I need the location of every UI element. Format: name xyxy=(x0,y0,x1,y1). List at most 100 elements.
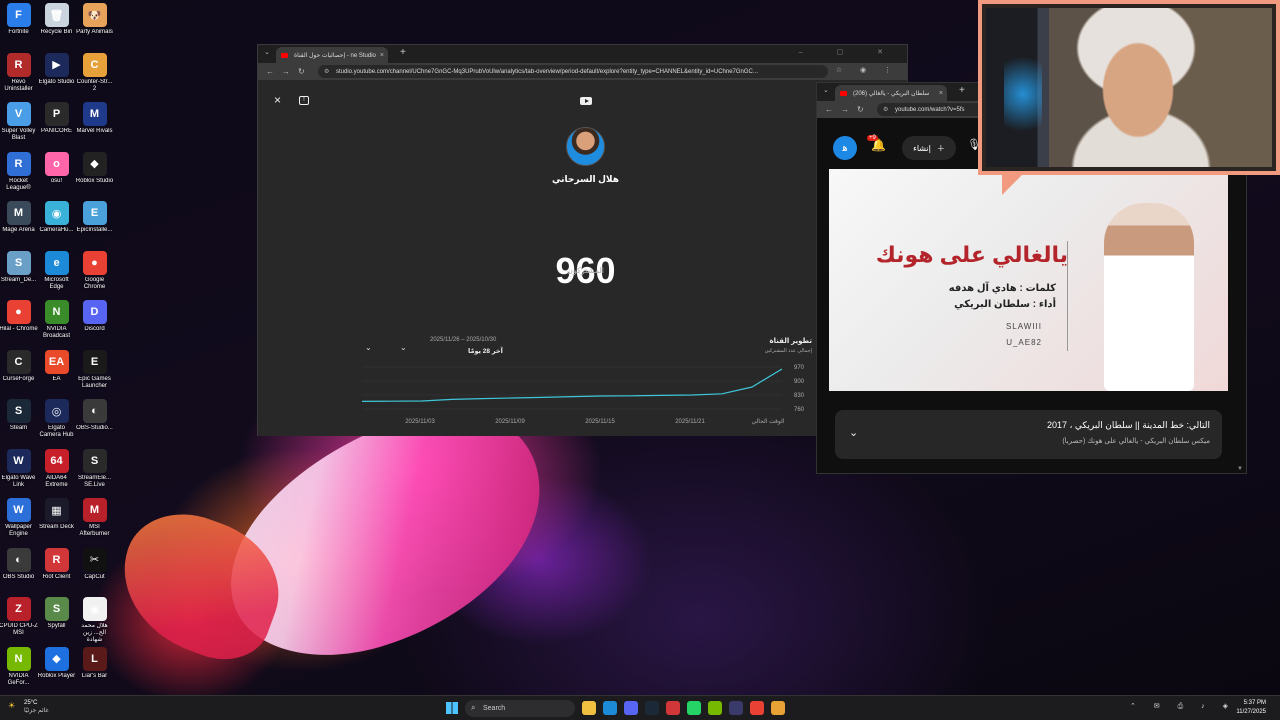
desktop-icon-label: EpicInstalle... xyxy=(76,227,113,233)
desktop-icon-label: OBS-Studio... xyxy=(76,425,113,431)
up-next-card[interactable]: ⌄ التالي: خط المدينة || سلطان البريكي ، … xyxy=(835,410,1222,459)
chevron-down-icon[interactable]: ⌄ xyxy=(400,343,407,352)
desktop-icon[interactable]: N NVIDIA Broadcast xyxy=(38,300,75,350)
desktop-icon[interactable]: S Steam xyxy=(0,399,37,449)
tab-search-icon[interactable]: ⌄ xyxy=(264,48,270,56)
video-player[interactable]: يالغالي على هونك كلمات : هادي آل هدفه أد… xyxy=(829,169,1228,391)
chart-period[interactable]: آخر 28 يومًا xyxy=(468,347,503,355)
desktop-icon[interactable]: M Marvel Rivals xyxy=(76,102,113,152)
liars-bar-icon: L xyxy=(82,646,107,671)
window-controls[interactable]: – ▢ ✕ xyxy=(799,48,899,56)
desktop-icon[interactable]: Z CPUID CPU-Z MSI xyxy=(0,597,38,647)
desktop-icon[interactable]: ◐ OBS Studio xyxy=(0,547,37,598)
desktop-icon[interactable]: W Elgato Wave Link xyxy=(0,448,37,499)
desktop-icon[interactable]: R Rocket League® xyxy=(0,151,37,202)
desktop-icon[interactable]: N NVIDIA GeFor... xyxy=(0,646,37,697)
desktop-icon[interactable]: V Super Volley Blast xyxy=(0,102,37,152)
counter-strike-icon: C xyxy=(82,52,107,77)
forward-icon[interactable]: → xyxy=(282,67,290,76)
edge-taskbar-icon[interactable] xyxy=(603,701,617,715)
desktop-icon[interactable]: ● Google Chrome xyxy=(76,250,113,301)
chevron-down-icon[interactable]: ⌄ xyxy=(849,426,858,439)
taskbar-search[interactable]: ⌕ Search xyxy=(465,700,575,717)
new-tab-button[interactable]: + xyxy=(400,47,406,58)
desktop-icon[interactable]: ● Hilal - Chrome xyxy=(0,300,38,350)
desktop-icon[interactable]: S Spyfall xyxy=(38,597,75,647)
tab-youtube[interactable]: (206) سلطان البريكي - يالغالي × xyxy=(835,85,947,101)
elgato-camera-hub-icon: ◎ xyxy=(44,399,69,423)
desktop-icon[interactable]: ▦ Stream Deck xyxy=(38,498,75,548)
account-avatar[interactable]: ﻫ xyxy=(833,136,857,160)
desktop-icon[interactable]: ◉ هلال محمد الح... زين شهادة xyxy=(76,597,113,647)
desktop-icon[interactable]: ▶ Elgato Studio xyxy=(38,52,75,103)
desktop-icon-label: NVIDIA GeFor... xyxy=(7,672,30,686)
desktop-icon[interactable]: M Mage Arena xyxy=(0,201,37,251)
desktop-icon[interactable]: ◆ Roblox Player xyxy=(38,646,75,697)
nvidia-taskbar-icon[interactable] xyxy=(708,701,722,715)
tab-search-icon[interactable]: ⌄ xyxy=(823,86,829,94)
desktop-icon[interactable]: e Microsoft Edge xyxy=(38,250,75,301)
reload-icon[interactable]: ↻ xyxy=(857,105,864,114)
file-explorer-icon[interactable] xyxy=(582,701,596,715)
desktop-icon[interactable]: C Counter-Str... 2 xyxy=(76,52,113,103)
url-input[interactable]: ⚙ studio.youtube.com/channel/UChne7GnGC-… xyxy=(318,65,828,78)
desktop-icon[interactable]: C CurseForge xyxy=(0,349,37,400)
tab-close-icon[interactable]: × xyxy=(380,52,384,59)
party-animals-icon: 🐶 xyxy=(82,3,107,27)
site-info-icon[interactable]: ⚙ xyxy=(324,68,329,75)
back-icon[interactable]: ← xyxy=(266,67,274,76)
desktop-icon[interactable]: 64 AIDA64 Extreme xyxy=(38,448,75,499)
desktop-icon[interactable]: E Epic Games Launcher xyxy=(76,349,113,400)
close-icon[interactable]: × xyxy=(274,93,281,107)
windows-start-icon[interactable] xyxy=(446,702,458,714)
desktop-icon[interactable]: EA EA xyxy=(38,349,75,400)
desktop-icon[interactable]: D Discord xyxy=(76,300,113,350)
forward-icon[interactable]: → xyxy=(841,105,849,114)
chrome-taskbar-icon[interactable] xyxy=(750,701,764,715)
stream-deck-taskbar-icon[interactable] xyxy=(729,701,743,715)
back-icon[interactable]: ← xyxy=(825,105,833,114)
steam-taskbar-icon[interactable] xyxy=(645,701,659,715)
desktop-icon[interactable]: M MSI Afterburner xyxy=(76,498,113,548)
create-button[interactable]: إنشاء ＋ xyxy=(902,136,956,160)
taskbar-clock[interactable]: 5:37 PM 11/27/2025 xyxy=(1236,699,1266,717)
desktop-icon[interactable]: 🗑 Recycle Bin xyxy=(38,3,75,53)
msi-afterburner-icon: M xyxy=(82,498,107,522)
desktop-icon[interactable]: R Riot Client xyxy=(38,547,75,598)
whatsapp-icon[interactable] xyxy=(687,701,701,715)
desktop-icon[interactable]: 🐶 Party Animals xyxy=(76,3,113,53)
desktop-icon[interactable]: ◐ OBS-Studio... xyxy=(76,399,113,449)
chevron-down-icon[interactable]: ⌄ xyxy=(365,343,372,352)
desktop-icon[interactable]: ◎ Elgato Camera Hub xyxy=(38,399,75,449)
desktop-icon-label: MSI Afterburner xyxy=(79,524,110,537)
discord-taskbar-icon[interactable] xyxy=(624,701,638,715)
desktop-icon[interactable]: L Liar's Bar xyxy=(76,646,113,697)
reload-icon[interactable]: ↻ xyxy=(298,67,305,76)
new-tab-button[interactable]: + xyxy=(959,85,965,96)
desktop-icon[interactable]: P PANICORE xyxy=(38,102,75,152)
desktop-icon[interactable]: E EpicInstalle... xyxy=(76,201,113,251)
chrome-profile-taskbar-icon[interactable] xyxy=(771,701,785,715)
desktop-icon[interactable]: ◆ Roblox Studio xyxy=(76,151,113,202)
desktop-icon[interactable]: ◉ CameraHu... xyxy=(38,201,75,251)
weather-widget[interactable]: ☀ 25°C غائم جزئيًا xyxy=(8,699,49,715)
desktop-icon[interactable]: ✂ CapCut xyxy=(76,547,113,598)
scroll-down-icon[interactable]: ▼ xyxy=(1237,466,1243,472)
video-title-overlay: يالغالي على هونك xyxy=(875,242,1068,267)
system-tray-icons[interactable]: ⌃ ✉ ⎙ ♪ ◈ xyxy=(1130,702,1236,711)
tab-studio[interactable]: إحصائيات حول القناة - ne Studio × xyxy=(276,47,388,63)
desktop-icon[interactable]: F Fortnite xyxy=(0,3,37,53)
address-bar-icons[interactable]: ☆ ◉ ⋮ xyxy=(836,66,899,74)
y-tick-label: 970 xyxy=(794,365,805,371)
desktop-icon[interactable]: W Wallpaper Engine xyxy=(0,498,37,548)
desktop-icon[interactable]: S Stream_De... xyxy=(0,250,37,301)
riot-taskbar-icon[interactable] xyxy=(666,701,680,715)
feedback-icon[interactable]: ! xyxy=(299,96,309,105)
site-info-icon[interactable]: ⚙ xyxy=(883,106,888,113)
tab-close-icon[interactable]: × xyxy=(939,90,943,97)
youtube-logo-icon xyxy=(580,97,592,105)
desktop-icon[interactable]: S StreamEle... SE.Live xyxy=(76,448,113,499)
desktop-icon[interactable]: o osu! xyxy=(38,151,75,202)
elgato-wave-link-icon: W xyxy=(6,448,31,473)
desktop-icon[interactable]: R Revo Uninstaller xyxy=(0,52,37,103)
